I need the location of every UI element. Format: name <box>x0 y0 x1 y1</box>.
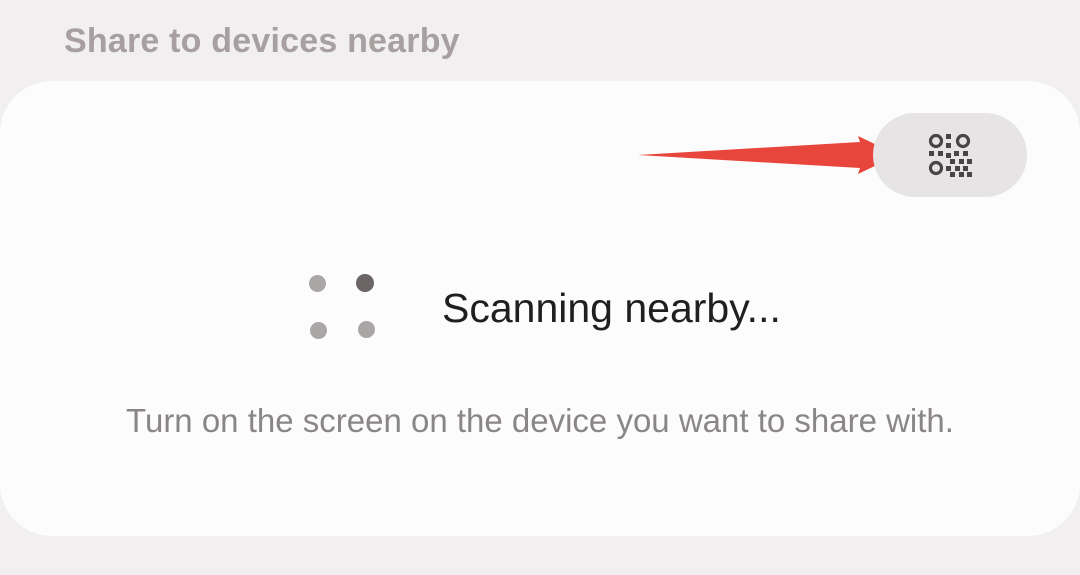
scan-dot-active <box>356 274 374 292</box>
scanning-indicator <box>305 271 385 343</box>
qr-code-icon <box>928 133 972 177</box>
scan-dot <box>309 275 326 292</box>
annotation-arrow-icon <box>638 136 898 174</box>
scanning-label: Scanning nearby... <box>442 285 781 331</box>
scan-dot <box>310 322 327 339</box>
section-title: Share to devices nearby <box>64 22 460 60</box>
qr-code-button[interactable] <box>873 113 1027 197</box>
nearby-share-card: Scanning nearby... Turn on the screen on… <box>0 81 1080 536</box>
scan-dot <box>358 321 375 338</box>
hint-text: Turn on the screen on the device you wan… <box>126 402 954 439</box>
